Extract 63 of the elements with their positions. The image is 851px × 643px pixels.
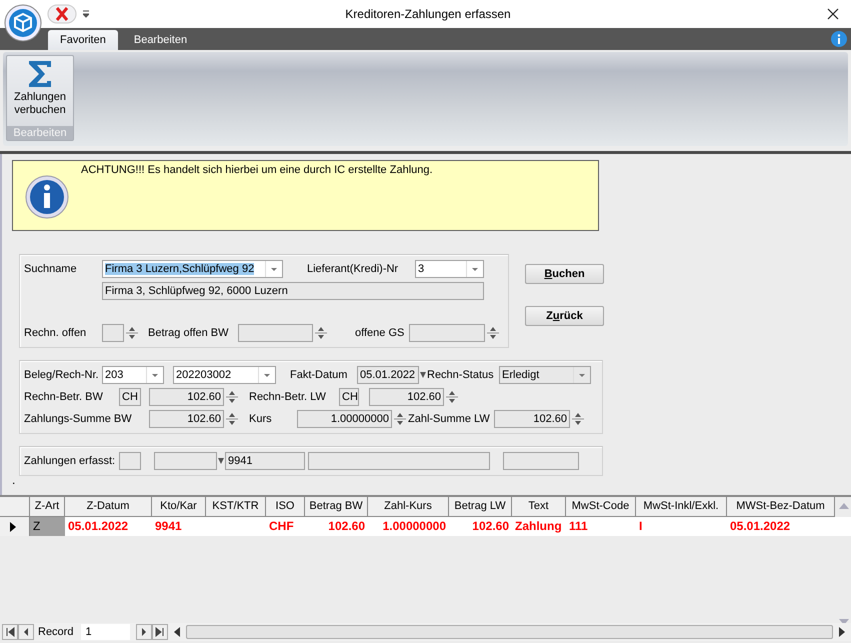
column-header[interactable]: Z-Datum [65, 497, 152, 517]
suchname-combo[interactable]: Firma 3 Luzern,Schlüpfweg 92 [102, 260, 283, 278]
ribbon-group-label: Bearbeiten [7, 126, 73, 140]
column-header[interactable]: Betrag BW [305, 497, 368, 517]
field-label: Fakt-Datum [290, 369, 348, 381]
date-field[interactable]: 05.01.2022 [357, 366, 419, 384]
field-label: Zahl-Summe LW [408, 413, 491, 425]
address-field: Firma 3, Schlüpfweg 92, 6000 Luzern [102, 282, 484, 300]
supplier-number-combo[interactable]: 3 [415, 260, 484, 278]
amount-field[interactable]: 102.60 [149, 410, 224, 428]
ribbon-tab[interactable]: Favoriten [48, 30, 118, 50]
table-cell-text: 1.00000000 [382, 518, 447, 535]
column-header[interactable]: ISO [266, 497, 305, 517]
table-cell-text: 111 [568, 518, 589, 535]
field-label: Rechn-Status [427, 369, 495, 381]
field-label: Rechn-Betr. BW [24, 391, 104, 403]
field-label: offene GS [355, 327, 406, 339]
document-combo[interactable]: 203 [102, 366, 164, 384]
column-header[interactable]: Kto/Kar [152, 497, 206, 517]
field-label: Betrag offen BW [148, 327, 230, 339]
field-label: Rechn-Betr. LW [249, 391, 327, 403]
table-cell-text: 05.01.2022 [67, 518, 130, 535]
action-button[interactable]: Zurück [525, 306, 604, 326]
account-field[interactable]: 9941 [225, 452, 305, 470]
column-header[interactable]: Zahl-Kurs [368, 497, 449, 517]
column-header[interactable]: Text [512, 497, 566, 517]
table-cell-text: Zahlung [514, 518, 563, 535]
window-title: Kreditoren-Zahlungen erfassen [344, 7, 512, 21]
field-label: Rechn. offen [24, 327, 88, 339]
amount-field[interactable]: 102.60 [494, 410, 570, 428]
field-label: Zahlungen erfasst: [24, 455, 116, 467]
notice-text: ACHTUNG!!! Es handelt sich hierbei um eine durch IC erstellte Zahlung. [81, 164, 433, 178]
table-cell: Z [30, 517, 65, 536]
book-payments-button[interactable]: Zahlungen verbuchen [7, 56, 73, 126]
table-cell-text: 102.60 [327, 518, 366, 535]
table-cell-text: CHF [268, 518, 295, 535]
currency-field[interactable]: CH [119, 388, 141, 406]
column-header[interactable]: Betrag LW [449, 497, 512, 517]
status-combo[interactable]: Erledigt [499, 366, 591, 384]
table-cell-text: I [638, 518, 644, 535]
field-label: Beleg/Rech-Nr. [24, 369, 100, 381]
amount-field[interactable]: 102.60 [369, 388, 444, 406]
stray-mark: . [12, 476, 16, 484]
invoice-number-combo[interactable]: 202203002 [173, 366, 276, 384]
field-label: Lieferant(Kredi)-Nr [307, 263, 400, 275]
column-header[interactable]: KST/KTR [206, 497, 266, 517]
column-header[interactable]: MwSt-Inkl/Exkl. [636, 497, 727, 517]
column-header[interactable]: Z-Art [30, 497, 65, 517]
record-label: Record [38, 626, 74, 638]
currency-field[interactable]: CH [339, 388, 359, 406]
record-number-field[interactable]: 1 [81, 624, 130, 640]
field-label: Zahlungs-Summe BW [24, 413, 133, 425]
column-header[interactable]: MWSt-Bez-Datum [727, 497, 835, 517]
amount-field[interactable]: 102.60 [149, 388, 224, 406]
column-header[interactable]: MwSt-Code [566, 497, 636, 517]
field-label: Suchname [24, 263, 78, 275]
table-cell-text: 9941 [154, 518, 183, 535]
table-cell-text: 102.60 [471, 518, 510, 535]
action-button[interactable]: Buchen [525, 264, 604, 284]
rate-field[interactable]: 1.00000000 [297, 410, 392, 428]
table-cell-text: 05.01.2022 [729, 518, 792, 535]
ribbon-tab[interactable]: Bearbeiten [122, 30, 200, 50]
field-label: Kurs [249, 413, 273, 425]
